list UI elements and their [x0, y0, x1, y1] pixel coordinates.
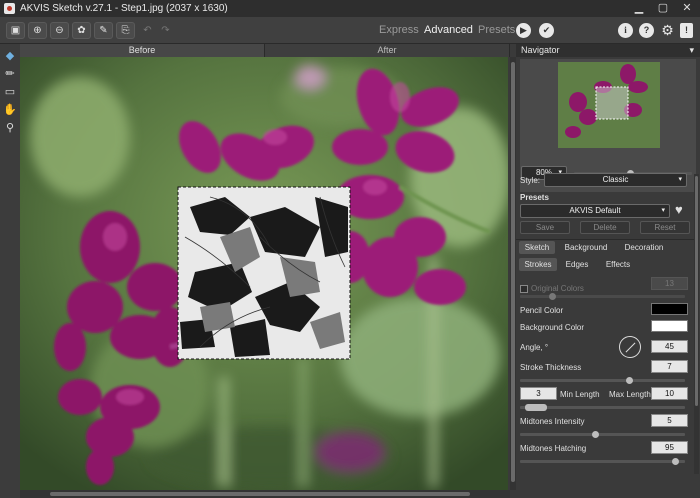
reset-preset-button[interactable]: Reset	[640, 221, 690, 234]
orchid-photo	[20, 57, 508, 490]
length-range-slider-knob[interactable]	[525, 404, 547, 411]
view-tabs: Before After	[20, 44, 510, 57]
original-colors-checkbox[interactable]	[520, 285, 528, 293]
canvas-horizontal-scrollbar[interactable]	[20, 490, 510, 498]
delete-preset-button[interactable]: Delete	[580, 221, 630, 234]
pencil-color-label: Pencil Color	[520, 306, 564, 315]
hand-tool-icon[interactable]: ✋	[2, 102, 18, 118]
original-colors-label: Original Colors	[531, 284, 584, 293]
max-length-value[interactable]: 10	[651, 387, 688, 400]
gear-icon[interactable]: ⚙	[660, 23, 675, 38]
tab-background[interactable]: Background	[560, 241, 612, 254]
subtab-edges[interactable]: Edges	[562, 258, 592, 271]
angle-label: Angle, °	[520, 343, 549, 352]
close-button[interactable]: ✕	[676, 2, 698, 15]
title-bar: AKVIS Sketch v.27.1 - Step1.jpg (2037 x …	[0, 0, 700, 17]
midtones-intensity-label: Midtones Intensity	[520, 417, 585, 426]
settings-file-icon[interactable]: ✿	[72, 22, 91, 39]
style-value: Classic	[602, 175, 629, 184]
subtab-effects[interactable]: Effects	[598, 258, 638, 271]
tab-decoration[interactable]: Decoration	[618, 241, 670, 254]
notification-icon[interactable]: !	[680, 23, 693, 38]
navigator-title: Navigator	[521, 45, 560, 55]
save-file-icon[interactable]: ⊖	[50, 22, 69, 39]
open-file-icon[interactable]: ⊕	[28, 22, 47, 39]
tab-sketch[interactable]: Sketch	[519, 241, 555, 254]
pencil-tool-icon[interactable]: ✏	[2, 66, 18, 82]
preview-area[interactable]	[177, 186, 351, 360]
navigator-header: Navigator ▾	[516, 44, 700, 57]
stroke-thickness-value[interactable]: 7	[651, 360, 688, 373]
original-colors-slider-track[interactable]	[520, 295, 685, 298]
stroke-thickness-slider-track[interactable]	[520, 379, 685, 382]
mode-express[interactable]: Express	[379, 24, 419, 36]
subtab-strokes[interactable]: Strokes	[519, 258, 557, 271]
main-toolbar: ▣ ⊕ ⊖ ✿ ✎ ⎘ ↶ ↷ Express Advanced Presets…	[0, 17, 700, 44]
angle-value[interactable]: 45	[651, 340, 688, 353]
style-select[interactable]: Classic ▾	[544, 173, 687, 187]
minimize-button[interactable]: ▁	[628, 2, 650, 15]
navigator-thumbnail[interactable]	[558, 62, 660, 148]
window-title: AKVIS Sketch v.27.1 - Step1.jpg (2037 x …	[20, 3, 228, 14]
midtones-intensity-slider-track[interactable]	[520, 433, 685, 436]
batch-process-icon[interactable]: ✎	[94, 22, 113, 39]
stroke-thickness-label: Stroke Thickness	[520, 363, 582, 372]
undo-icon[interactable]: ↶	[138, 22, 157, 39]
background-color-swatch[interactable]	[651, 320, 688, 332]
panel-scrollbar[interactable]	[694, 174, 699, 474]
mode-advanced[interactable]: Advanced	[424, 24, 473, 36]
apply-button[interactable]: ✔	[539, 23, 554, 38]
presets-label: Presets	[520, 193, 549, 202]
chevron-down-icon: ▾	[678, 176, 682, 183]
stroke-thickness-slider-knob[interactable]	[626, 377, 633, 384]
app-logo-icon	[4, 3, 15, 14]
min-length-label: Min Length	[560, 390, 600, 399]
original-colors-value[interactable]: 13	[651, 277, 688, 290]
mode-presets[interactable]: Presets	[478, 24, 515, 36]
preset-value: AKVIS Default	[569, 206, 621, 215]
midtones-hatching-label: Midtones Hatching	[520, 444, 587, 453]
sketch-tool-icon[interactable]: ◆	[2, 48, 18, 64]
chevron-down-icon: ▾	[661, 207, 665, 214]
midtones-hatching-value[interactable]: 95	[651, 441, 688, 454]
zoom-tool-icon[interactable]: ⚲	[2, 120, 18, 136]
maximize-button[interactable]: ▢	[652, 2, 674, 15]
background-color-label: Background Color	[520, 323, 585, 332]
share-icon[interactable]: ⎘	[116, 22, 135, 39]
angle-dial[interactable]	[619, 336, 641, 358]
pencil-color-swatch[interactable]	[651, 303, 688, 315]
image-canvas[interactable]	[20, 57, 508, 490]
min-length-value[interactable]: 3	[520, 387, 557, 400]
tab-after[interactable]: After	[265, 44, 510, 57]
save-preset-button[interactable]: Save	[520, 221, 570, 234]
favorite-heart-icon[interactable]: ♥	[675, 202, 683, 217]
style-label: Style:	[520, 176, 541, 185]
tab-before[interactable]: Before	[20, 44, 265, 57]
collapse-icon[interactable]: ▾	[689, 44, 694, 57]
settings-panel: Navigator ▾ 80% ▾ Style: Classic	[516, 44, 700, 498]
preset-select[interactable]: AKVIS Default ▾	[520, 204, 670, 218]
help-icon[interactable]: ?	[639, 23, 654, 38]
max-length-label: Max Length	[609, 390, 651, 399]
eraser-tool-icon[interactable]: ▭	[2, 84, 18, 100]
redo-icon[interactable]: ↷	[156, 22, 175, 39]
midtones-hatching-slider-knob[interactable]	[672, 458, 679, 465]
new-image-icon[interactable]: ▣	[6, 22, 25, 39]
midtones-intensity-value[interactable]: 5	[651, 414, 688, 427]
info-icon[interactable]: i	[618, 23, 633, 38]
run-button[interactable]: ▶	[516, 23, 531, 38]
midtones-hatching-slider-track[interactable]	[520, 460, 685, 463]
original-colors-slider-knob[interactable]	[549, 293, 556, 300]
tools-panel: ◆ ✏ ▭ ✋ ⚲	[0, 44, 20, 498]
midtones-intensity-slider-knob[interactable]	[592, 431, 599, 438]
